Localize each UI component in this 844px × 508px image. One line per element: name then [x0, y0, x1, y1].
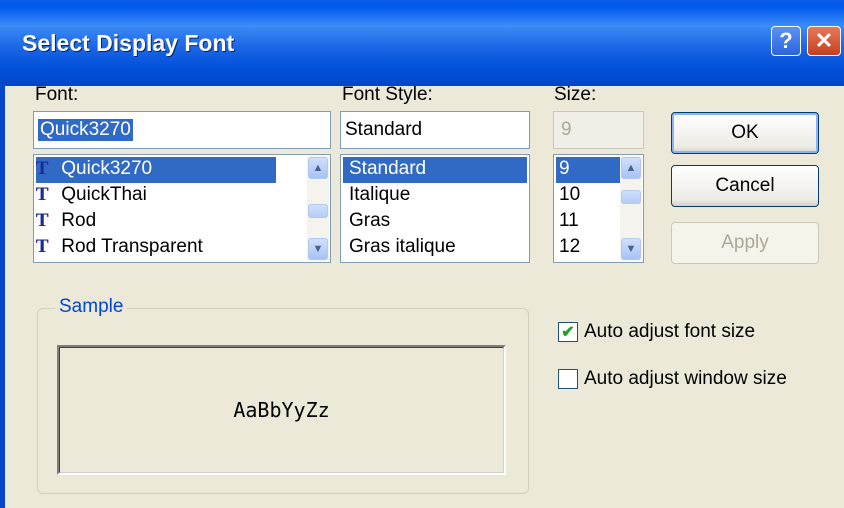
font-style-label: Font Style: [342, 84, 433, 105]
list-item[interactable]: TT Rod Transparent [36, 235, 203, 261]
size-input[interactable]: 9 [553, 111, 644, 149]
list-item[interactable]: Gras [349, 209, 390, 235]
ok-button[interactable]: OK [671, 112, 819, 154]
size-label: Size: [554, 84, 597, 105]
cancel-button[interactable]: Cancel [671, 165, 819, 207]
help-button[interactable]: ? [771, 26, 801, 56]
size-item-label: 11 [559, 210, 579, 231]
auto-adjust-window-checkbox[interactable]: Auto adjust window size [558, 368, 787, 390]
truetype-font-icon: TT [35, 236, 49, 257]
list-item[interactable]: 11 [559, 209, 579, 235]
style-item-label: Gras [349, 210, 391, 231]
close-button[interactable]: ✕ [807, 26, 841, 56]
sample-text: AaBbYyZz [233, 398, 330, 422]
sample-group-title: Sample [55, 296, 128, 318]
auto-adjust-font-label: Auto adjust font size [584, 321, 756, 342]
font-item-label: Quick3270 [61, 158, 153, 179]
sample-preview: AaBbYyZz [57, 345, 506, 475]
size-item-label: 9 [559, 158, 570, 179]
size-item-label: 10 [559, 184, 581, 205]
font-item-label: Rod Transparent [61, 236, 203, 257]
auto-adjust-window-label: Auto adjust window size [584, 368, 787, 389]
auto-adjust-font-checkbox[interactable]: ✔ Auto adjust font size [558, 321, 755, 343]
truetype-font-icon: TT [35, 210, 49, 231]
close-icon: ✕ [814, 28, 834, 53]
scroll-thumb[interactable] [308, 204, 328, 218]
size-list[interactable]: 9 10 11 12 ▲ ▼ [553, 154, 644, 263]
list-item[interactable]: TT QuickThai [36, 183, 147, 209]
font-style-value: Standard [345, 119, 423, 140]
scroll-down-icon[interactable]: ▼ [621, 238, 641, 260]
list-item[interactable]: Gras italique [349, 235, 456, 261]
list-item[interactable]: TT Quick3270 [36, 157, 276, 183]
scroll-up-icon[interactable]: ▲ [308, 157, 328, 179]
ok-button-label: OK [731, 122, 759, 143]
window-title: Select Display Font [22, 30, 235, 56]
size-item-label: 12 [559, 236, 581, 257]
style-item-label: Italique [349, 184, 411, 205]
font-name-value: Quick3270 [38, 119, 133, 141]
font-name-input[interactable]: Quick3270 [33, 111, 331, 149]
font-item-label: Rod [61, 210, 97, 231]
font-list[interactable]: TT Quick3270 TT QuickThai TT Rod TT Rod … [33, 154, 331, 263]
font-label: Font: [35, 84, 79, 105]
font-item-label: QuickThai [61, 184, 147, 205]
truetype-font-icon: TT [35, 158, 49, 179]
window-frame [0, 86, 5, 508]
scroll-up-icon[interactable]: ▲ [621, 157, 641, 179]
cancel-button-label: Cancel [715, 175, 775, 196]
list-item[interactable]: TT Rod [36, 209, 96, 235]
list-item[interactable]: Standard [343, 157, 527, 183]
apply-button-label: Apply [721, 232, 769, 253]
size-list-scrollbar[interactable]: ▲ ▼ [620, 156, 642, 261]
checkbox-checked-icon[interactable]: ✔ [558, 322, 578, 342]
font-list-scrollbar[interactable]: ▲ ▼ [307, 156, 329, 261]
list-item[interactable]: 10 [559, 183, 580, 209]
checkbox-unchecked-icon[interactable] [558, 369, 578, 389]
scroll-down-icon[interactable]: ▼ [308, 238, 328, 260]
style-item-label: Gras italique [349, 236, 456, 257]
truetype-font-icon: TT [35, 184, 49, 205]
font-style-list[interactable]: Standard Italique Gras Gras italique [340, 154, 530, 263]
size-value: 9 [561, 119, 572, 140]
list-item[interactable]: 12 [559, 235, 580, 261]
list-item[interactable]: 9 [556, 157, 620, 183]
question-icon: ? [779, 28, 793, 53]
style-item-label: Standard [349, 158, 427, 179]
scroll-thumb[interactable] [621, 190, 641, 204]
apply-button[interactable]: Apply [671, 222, 819, 264]
list-item[interactable]: Italique [349, 183, 410, 209]
font-style-input[interactable]: Standard [340, 111, 530, 149]
